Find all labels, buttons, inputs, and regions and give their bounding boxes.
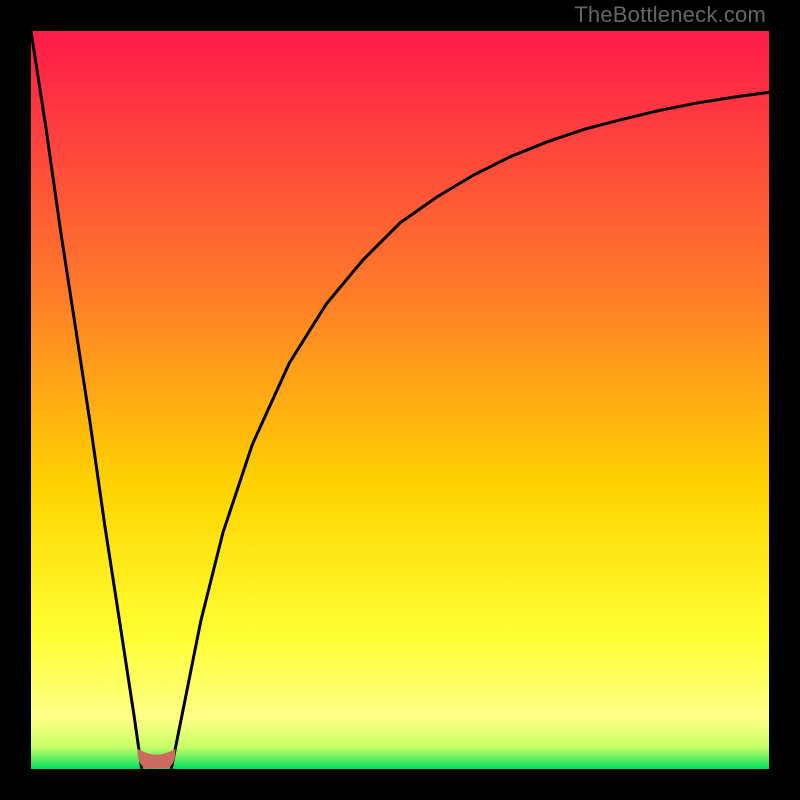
chart-frame: TheBottleneck.com <box>0 0 800 800</box>
watermark-text: TheBottleneck.com <box>574 2 766 28</box>
plot-area <box>31 31 769 769</box>
chart-svg <box>31 31 769 769</box>
gradient-background <box>31 31 769 769</box>
